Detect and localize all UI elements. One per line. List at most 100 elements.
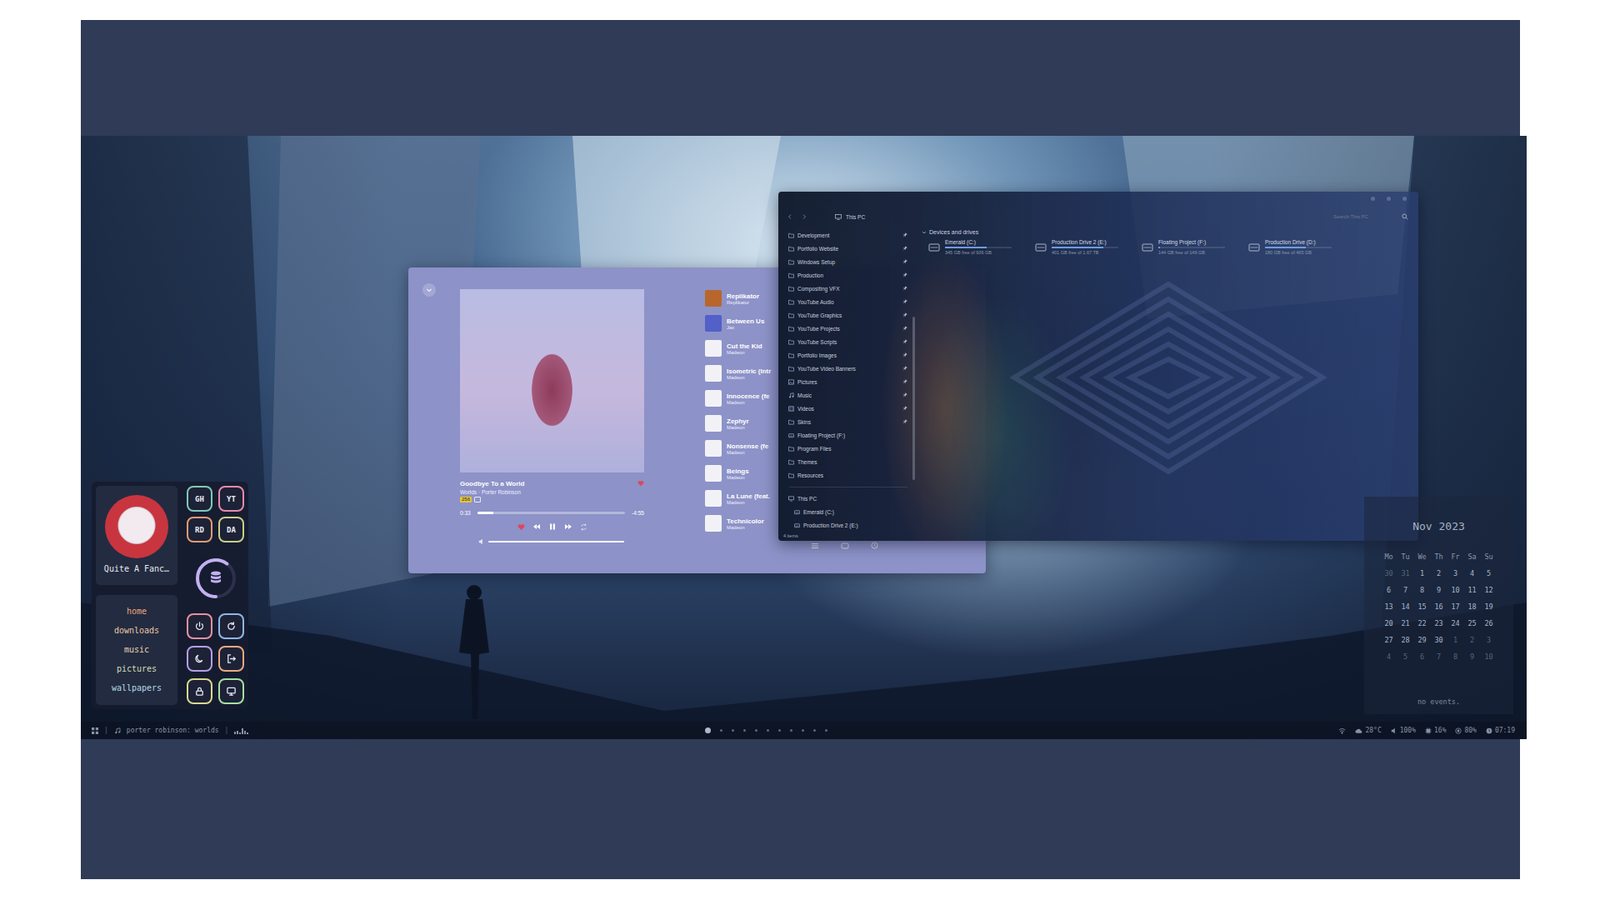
calendar-day[interactable]: 26 — [1480, 615, 1498, 632]
folder-link[interactable]: pictures — [116, 663, 157, 675]
volume-slider[interactable] — [488, 540, 625, 543]
sidebar-item[interactable]: This PC — [785, 491, 911, 505]
site-link-button[interactable]: RD — [186, 516, 213, 543]
calendar-day[interactable]: 11 — [1464, 581, 1481, 599]
calendar-day[interactable]: 6 — [1414, 648, 1431, 665]
pause-icon[interactable] — [548, 522, 557, 531]
drive-tile[interactable]: Production Drive (D:) 180 GB free of 465… — [1248, 239, 1355, 255]
maximize-button[interactable] — [1386, 196, 1391, 201]
section-header[interactable]: Devices and drives — [921, 229, 1419, 235]
calendar-day[interactable]: 21 — [1397, 615, 1415, 632]
search-field[interactable]: Search This PC — [1333, 210, 1409, 223]
workspace-dot[interactable] — [825, 729, 828, 732]
workspace-dot[interactable] — [755, 729, 758, 732]
heart-icon[interactable] — [637, 480, 645, 487]
sidebar-scrollbar[interactable] — [912, 228, 915, 532]
session-button[interactable] — [186, 678, 213, 705]
sidebar-item[interactable]: Portfolio Images — [785, 348, 911, 362]
now-playing-text[interactable]: porter robinson: worlds — [126, 726, 220, 735]
calendar-day[interactable]: 15 — [1414, 598, 1431, 615]
calendar-day[interactable]: 14 — [1397, 598, 1415, 615]
sidebar-item[interactable]: Emerald (C:) — [785, 505, 911, 519]
minimize-button[interactable] — [1370, 196, 1375, 201]
calendar-day[interactable]: 22 — [1414, 615, 1431, 632]
next-icon[interactable] — [564, 522, 573, 531]
workspace-dot[interactable] — [790, 729, 793, 732]
calendar-day[interactable]: 16 — [1430, 598, 1448, 615]
calendar-day[interactable]: 5 — [1480, 565, 1498, 582]
calendar-day[interactable]: 7 — [1397, 581, 1415, 599]
workspace-dot[interactable] — [778, 729, 781, 732]
drive-tile[interactable]: Production Drive 2 (E:) 401 GB free of 1… — [1035, 239, 1142, 255]
session-button[interactable] — [186, 645, 213, 672]
calendar-day[interactable]: 4 — [1380, 648, 1398, 665]
calendar-day[interactable]: 24 — [1447, 615, 1465, 632]
calendar-day[interactable]: 6 — [1380, 581, 1398, 599]
close-button[interactable] — [1402, 196, 1407, 201]
calendar-day[interactable]: 2 — [1430, 565, 1448, 582]
calendar-day[interactable]: 2 — [1464, 631, 1481, 649]
calendar-day[interactable]: 8 — [1447, 648, 1465, 665]
session-button[interactable] — [218, 645, 245, 672]
calendar-day[interactable]: 30 — [1430, 631, 1448, 649]
lyrics-icon[interactable] — [840, 542, 850, 550]
folder-link[interactable]: music — [124, 644, 150, 656]
scrollbar-thumb[interactable] — [912, 316, 915, 480]
sidebar-item[interactable]: YouTube Video Banners — [785, 361, 911, 375]
repeat-icon[interactable] — [580, 523, 588, 531]
workspace-dot[interactable] — [705, 727, 711, 734]
calendar-day[interactable]: 28 — [1397, 631, 1415, 649]
site-link-button[interactable]: DA — [218, 516, 245, 543]
calendar-day[interactable]: 23 — [1430, 615, 1448, 632]
calendar-day[interactable]: 30 — [1380, 565, 1398, 582]
sidebar-item[interactable]: Pictures — [785, 375, 911, 389]
sidebar-item[interactable]: Portfolio Website — [785, 241, 911, 255]
status-item[interactable]: 80% — [1455, 726, 1476, 735]
folder-link[interactable]: wallpapers — [111, 682, 162, 695]
session-button[interactable] — [186, 613, 213, 640]
calendar-day[interactable]: 13 — [1380, 598, 1398, 615]
sidebar-item[interactable]: Development — [785, 228, 911, 242]
site-link-button[interactable]: GH — [186, 485, 213, 512]
sidebar-item[interactable]: YouTube Projects — [785, 321, 911, 335]
drive-tile[interactable]: Emerald (C:) 345 GB free of 936 GB — [928, 239, 1035, 255]
sidebar-item[interactable]: Windows Setup — [785, 255, 911, 269]
calendar-day[interactable]: 8 — [1414, 581, 1431, 599]
drive-tile[interactable]: Floating Project (F:) 144 GB free of 149… — [1141, 239, 1249, 255]
sidebar-item[interactable]: Compositing VFX — [785, 281, 911, 295]
sidebar-item[interactable]: Floating Project (F:) — [785, 428, 911, 442]
calendar-day[interactable]: 29 — [1414, 631, 1431, 649]
workspace-dot[interactable] — [731, 729, 735, 732]
sidebar-item[interactable]: Production — [785, 268, 911, 282]
sidebar-item[interactable]: YouTube Scripts — [785, 335, 911, 349]
sidebar-item[interactable]: YouTube Audio — [785, 295, 911, 309]
list-icon[interactable] — [810, 542, 820, 550]
wifi-icon[interactable] — [1338, 727, 1346, 735]
calendar-day[interactable]: 27 — [1380, 631, 1398, 649]
folder-link[interactable]: home — [126, 605, 147, 618]
calendar-day[interactable]: 31 — [1397, 565, 1415, 582]
sidebar-item[interactable]: Skins — [785, 415, 911, 429]
workspace-dot[interactable] — [766, 729, 770, 732]
calendar-day[interactable]: 1 — [1447, 631, 1465, 649]
progress-bar[interactable] — [477, 511, 626, 515]
calendar-day[interactable]: 10 — [1480, 648, 1498, 665]
workspace-dot[interactable] — [801, 729, 805, 732]
status-item[interactable]: 100% — [1390, 726, 1416, 735]
calendar-day[interactable]: 20 — [1380, 615, 1398, 632]
calendar-day[interactable]: 3 — [1480, 631, 1498, 649]
workspace-dot[interactable] — [813, 729, 816, 732]
sidebar-item[interactable]: Music — [785, 388, 911, 402]
calendar-day[interactable]: 9 — [1464, 648, 1481, 665]
calendar-day[interactable]: 1 — [1414, 565, 1431, 582]
like-heart-icon[interactable] — [517, 523, 525, 531]
sidebar-item[interactable]: YouTube Graphics — [785, 308, 911, 322]
sidebar-item[interactable]: Videos — [785, 401, 911, 415]
workspace-dot[interactable] — [720, 729, 723, 732]
forward-arrow-icon[interactable] — [800, 213, 808, 220]
calendar-day[interactable]: 18 — [1464, 598, 1481, 615]
calendar-day[interactable]: 7 — [1430, 648, 1448, 665]
breadcrumb[interactable]: This PC — [835, 214, 865, 220]
session-button[interactable] — [218, 613, 245, 640]
sidebar-item[interactable]: Themes — [785, 455, 911, 469]
